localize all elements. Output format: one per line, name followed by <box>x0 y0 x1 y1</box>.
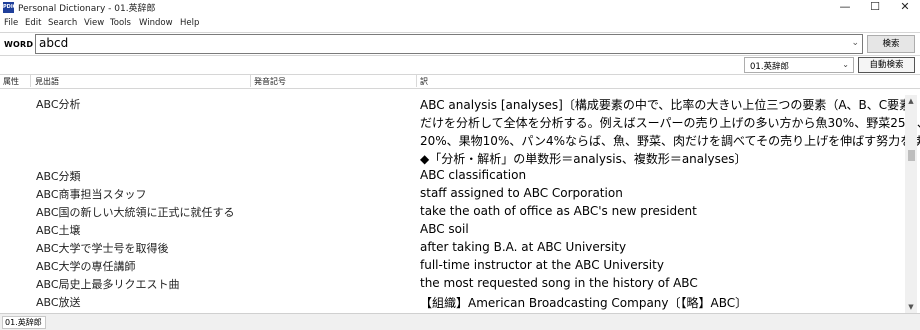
window-title: Personal Dictionary - 01.英辞郎 <box>18 4 156 14</box>
status-bar: 01.英辞郎 <box>0 313 920 330</box>
translation-line: 20%、果物10%、パン4%ならば、魚、野菜、肉だけを調べてその売り上げを伸ばす… <box>420 134 920 148</box>
headword: ABC分類 <box>36 170 81 183</box>
translation-line: the most requested song in the history o… <box>420 276 698 290</box>
scroll-down-icon[interactable]: ▼ <box>905 301 917 313</box>
translation-line: full-time instructor at the ABC Universi… <box>420 258 664 272</box>
column-divider[interactable] <box>30 75 31 87</box>
menu-tools[interactable]: Tools <box>110 18 131 28</box>
translation-line: ABC soil <box>420 222 469 236</box>
headword: ABC国の新しい大統領に正式に就任する <box>36 206 235 219</box>
dictionary-select-value: 01.英辞郎 <box>750 62 790 72</box>
headword: ABC大学で学士号を取得後 <box>36 242 169 255</box>
toolbar-separator <box>0 55 920 56</box>
menu-window[interactable]: Window <box>139 18 173 28</box>
menu-view[interactable]: View <box>84 18 104 28</box>
scroll-thumb[interactable] <box>908 150 915 161</box>
headword: ABC放送 <box>36 296 81 309</box>
column-header-translation[interactable]: 訳 <box>420 76 428 87</box>
menu-help[interactable]: Help <box>180 18 199 28</box>
translation-line: 【組織】American Broadcasting Company〔【略】ABC… <box>420 296 748 310</box>
app-icon: PDIC <box>3 2 16 13</box>
translation-line: ABC analysis [analyses]〔構成要素の中で、比率の大きい上位… <box>420 98 920 112</box>
column-header-pronunciation[interactable]: 発音記号 <box>254 76 286 87</box>
search-button[interactable]: 検索 <box>867 35 915 53</box>
menu-bar: File Edit Search View Tools Window Help <box>0 16 920 32</box>
translation-line: after taking B.A. at ABC University <box>420 240 627 254</box>
menu-file[interactable]: File <box>4 18 18 28</box>
chevron-down-icon[interactable]: ⌄ <box>842 60 849 69</box>
column-header-attribute[interactable]: 属性 <box>3 76 19 87</box>
translation-line: take the oath of office as ABC's new pre… <box>420 204 697 218</box>
auto-search-button[interactable]: 自動検索 <box>858 57 915 73</box>
word-label: WORD <box>4 40 34 49</box>
word-input-value[interactable]: abcd <box>39 36 68 50</box>
minimize-button[interactable]: — <box>830 0 860 16</box>
word-input[interactable]: abcd ⌄ <box>35 34 863 54</box>
scroll-up-icon[interactable]: ▲ <box>905 95 917 107</box>
title-bar: PDIC Personal Dictionary - 01.英辞郎 — ☐ ✕ <box>0 0 920 16</box>
translation-line: ◆「分析・解析」の単数形＝analysis、複数形＝analyses〕 <box>420 152 747 166</box>
maximize-button[interactable]: ☐ <box>860 0 890 16</box>
headword: ABC局史上最多リクエスト曲 <box>36 278 180 291</box>
close-button[interactable]: ✕ <box>890 0 920 16</box>
translation-line: ABC classification <box>420 168 527 182</box>
column-divider[interactable] <box>250 75 251 87</box>
header-bottom-separator <box>0 88 920 89</box>
headword: ABC分析 <box>36 98 81 111</box>
menu-edit[interactable]: Edit <box>25 18 41 28</box>
column-divider[interactable] <box>416 75 417 87</box>
vertical-scrollbar[interactable]: ▲ ▼ <box>905 95 917 313</box>
menu-separator <box>0 32 920 33</box>
column-header-headword[interactable]: 見出語 <box>35 76 59 87</box>
dictionary-tab[interactable]: 01.英辞郎 <box>2 316 46 329</box>
headword: ABC土壌 <box>36 224 81 237</box>
headword: ABC大学の専任講師 <box>36 260 136 273</box>
translation-line: だけを分析して全体を分析する。例えばスーパーの売り上げの多い方から魚30%、野菜… <box>420 116 920 130</box>
menu-search[interactable]: Search <box>48 18 77 28</box>
dictionary-select[interactable]: 01.英辞郎 ⌄ <box>744 57 854 73</box>
headword: ABC商事担当スタッフ <box>36 188 147 201</box>
chevron-down-icon[interactable]: ⌄ <box>851 38 859 48</box>
translation-line: staff assigned to ABC Corporation <box>420 186 623 200</box>
header-top-separator <box>0 74 920 75</box>
